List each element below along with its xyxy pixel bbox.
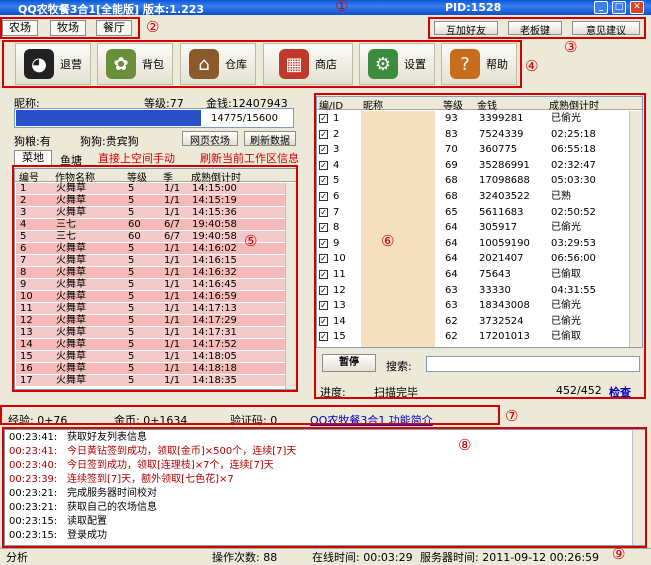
minimize-icon[interactable]: _	[594, 1, 608, 14]
exp-progress: 14775/15600	[14, 108, 294, 128]
status-line-region	[0, 405, 500, 425]
marker-7: ⑦	[505, 407, 519, 425]
tab-vegetable[interactable]: 菜地	[14, 150, 52, 166]
maximize-icon[interactable]: □	[612, 1, 626, 14]
marker-4: ④	[525, 57, 539, 75]
top-right-region	[428, 17, 646, 39]
server-time: 服务器时间: 2011-09-12 00:26:59	[420, 551, 600, 564]
refresh-button[interactable]: 刷新数据	[244, 131, 296, 147]
online-time: 在线时间: 00:03:29	[312, 551, 413, 564]
left-table-region	[12, 165, 298, 392]
marker-6: ⑥	[381, 232, 395, 250]
exp-progress-fill	[16, 110, 201, 126]
marker-1: ①	[335, 0, 349, 15]
web-farm-button[interactable]: 网页农场	[182, 131, 238, 147]
window-title: QQ农牧餐3合1[全能版] 版本:1.223	[18, 3, 205, 16]
right-region	[314, 93, 646, 399]
status-bar: 分析 操作次数: 88 在线时间: 00:03:29 服务器时间: 2011-0…	[0, 548, 651, 564]
marker-2: ②	[146, 18, 160, 36]
title-bar: QQ农牧餐3合1[全能版] 版本:1.223 PID:1528 _ □ ✕	[0, 0, 651, 16]
annotation-refresh: 刷新当前工作区信息	[200, 152, 299, 165]
annotation-manual: 直接上空间手动	[98, 152, 175, 165]
analyze-label: 分析	[6, 551, 28, 564]
marker-3: ③	[564, 38, 578, 56]
close-icon[interactable]: ✕	[630, 1, 644, 14]
marker-9: ⑨	[612, 545, 626, 563]
dog-label: 狗狗:贵宾狗	[80, 135, 139, 148]
ops-count: 操作次数: 88	[212, 551, 278, 564]
log-region	[2, 427, 647, 548]
pid-label: PID:1528	[445, 1, 502, 14]
dog-food-label: 狗粮:有	[14, 135, 51, 148]
tabs-region	[0, 17, 140, 39]
marker-5: ⑤	[244, 232, 258, 250]
exp-progress-text: 14775/15600	[211, 113, 278, 124]
marker-8: ⑧	[458, 436, 472, 454]
toolbar-region	[2, 40, 522, 88]
